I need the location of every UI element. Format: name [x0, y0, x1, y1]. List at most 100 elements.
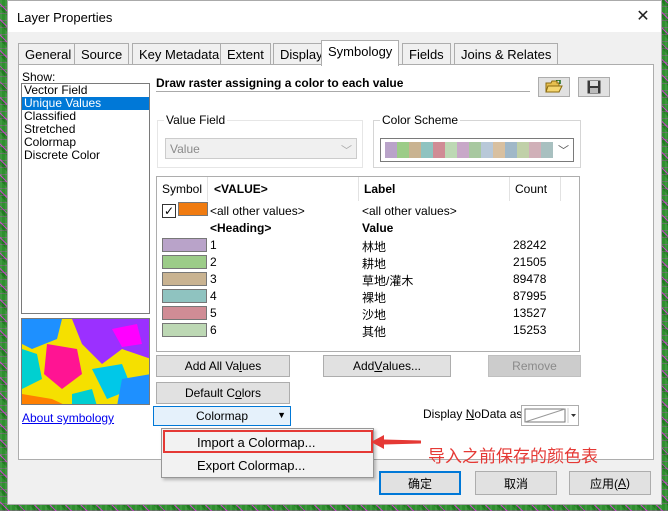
dropdown-arrow-icon: ▼: [277, 410, 286, 420]
menu-item-export-colormap[interactable]: Export Colormap...: [164, 454, 371, 476]
color-swatch[interactable]: [162, 255, 207, 269]
dialog-title: Layer Properties: [17, 10, 113, 25]
color-scheme-select[interactable]: ﹀: [380, 138, 574, 162]
show-label: Show:: [22, 70, 56, 84]
apply-button[interactable]: 应用(A): [569, 471, 651, 495]
col-header-count[interactable]: Count: [515, 182, 547, 196]
row-count: 13527: [513, 306, 547, 320]
color-scheme-stop: [541, 142, 553, 158]
heading-label: Value: [362, 221, 394, 235]
color-scheme-stop: [397, 142, 409, 158]
color-scheme-stop: [529, 142, 541, 158]
other-value-text: <all other values>: [210, 204, 305, 218]
color-swatch[interactable]: [162, 323, 207, 337]
row-value: 2: [210, 255, 217, 269]
color-scheme-stop: [517, 142, 529, 158]
btn-text: alues...: [382, 359, 422, 373]
colormap-button[interactable]: Colormap ▼: [153, 406, 291, 426]
add-all-values-button[interactable]: Add All Va l ues: [156, 355, 290, 377]
remove-button[interactable]: Remove: [488, 355, 581, 377]
default-colors-button[interactable]: Default Co lors: [156, 382, 290, 404]
save-layer-file-button[interactable]: [578, 77, 610, 97]
table-row-other[interactable]: ✓ <all other values> <all other values>: [157, 202, 579, 219]
show-list: Vector Field Unique Values Classified St…: [21, 83, 150, 314]
folder-open-icon: [545, 80, 563, 93]
col-header-label[interactable]: Label: [364, 182, 395, 196]
row-value: 5: [210, 306, 217, 320]
table-row[interactable]: 5 沙地 13527: [157, 304, 579, 322]
tab-general[interactable]: General: [18, 43, 79, 65]
tab-joins-relates[interactable]: Joins & Relates: [454, 43, 559, 65]
tab-symbology[interactable]: Symbology: [321, 40, 400, 66]
btn-text: Default C: [184, 386, 235, 400]
tab-key-metadata[interactable]: Key Metadata: [132, 43, 227, 65]
tab-source[interactable]: Source: [74, 43, 130, 65]
chevron-down-icon: ﹀: [558, 145, 569, 157]
table-row[interactable]: 1 林地 28242: [157, 236, 579, 254]
add-values-button[interactable]: Add Values...: [323, 355, 451, 377]
tab-fields[interactable]: Fields: [402, 43, 451, 65]
colormap-label: Colormap: [195, 409, 249, 423]
col-header-value[interactable]: <VALUE>: [214, 182, 268, 196]
tab-extent[interactable]: Extent: [220, 43, 271, 65]
cancel-button[interactable]: 取消: [475, 471, 557, 495]
col-divider: [358, 177, 359, 201]
colormap-menu: Import a Colormap... Export Colormap...: [161, 428, 374, 478]
color-swatch[interactable]: [162, 289, 207, 303]
row-value: 6: [210, 323, 217, 337]
row-count: 89478: [513, 272, 547, 286]
title-bar: Layer Properties ✕: [8, 1, 661, 32]
other-label-text: <all other values>: [362, 204, 457, 218]
color-scheme-stop: [493, 142, 505, 158]
table-row[interactable]: 3 草地/灌木 89478: [157, 270, 579, 288]
description-divider: [156, 91, 530, 92]
color-scheme-stop: [433, 142, 445, 158]
about-symbology-link[interactable]: About symbology: [22, 411, 114, 425]
values-table: Symbol <VALUE> Label Count ✓ <all other …: [156, 176, 580, 352]
color-scheme-stop: [409, 142, 421, 158]
show-item-discrete-color[interactable]: Discrete Color: [22, 149, 149, 162]
color-swatch[interactable]: [162, 272, 207, 286]
btn-text: Add All Va: [184, 359, 240, 373]
color-scheme-stop: [421, 142, 433, 158]
row-count: 28242: [513, 238, 547, 252]
heading-value: <Heading>: [210, 221, 272, 235]
btn-text: ues: [241, 359, 262, 373]
annotation-highlight-box: [163, 430, 373, 453]
btn-accel: o: [235, 386, 242, 400]
symbology-preview-image: [21, 318, 150, 405]
open-layer-file-button[interactable]: [538, 77, 570, 97]
nodata-color-picker[interactable]: [521, 405, 579, 426]
nodata-text: oData as: [474, 407, 523, 421]
color-swatch[interactable]: [178, 202, 208, 216]
color-swatch[interactable]: [162, 306, 207, 320]
checkbox-other-values[interactable]: ✓: [162, 204, 176, 218]
color-scheme-stop: [385, 142, 397, 158]
col-divider: [207, 177, 208, 201]
col-divider: [560, 177, 561, 201]
symbology-panel: Show: Vector Field Unique Values Classif…: [18, 64, 654, 460]
chevron-down-icon: ﹀: [341, 145, 352, 157]
row-value: 3: [210, 272, 217, 286]
row-label: 其他: [362, 325, 387, 339]
renderer-description: Draw raster assigning a color to each va…: [156, 76, 404, 90]
col-header-symbol[interactable]: Symbol: [162, 182, 202, 196]
row-count: 87995: [513, 289, 547, 303]
value-field-select[interactable]: Value ﹀: [165, 138, 357, 159]
color-scheme-label: Color Scheme: [380, 113, 461, 127]
annotation-text: 导入之前保存的颜色表: [428, 447, 598, 467]
color-scheme-stop: [505, 142, 517, 158]
close-icon[interactable]: ✕: [633, 7, 653, 27]
table-row[interactable]: 2 耕地 21505: [157, 253, 579, 271]
col-divider: [509, 177, 510, 201]
color-swatch[interactable]: [162, 238, 207, 252]
row-value: 1: [210, 238, 217, 252]
table-row[interactable]: 6 其他 15253: [157, 321, 579, 339]
color-scheme-stop: [457, 142, 469, 158]
btn-text: ): [626, 476, 630, 490]
ok-button[interactable]: 确定: [379, 471, 461, 495]
color-scheme-ramp: [385, 142, 553, 158]
nodata-text: Display: [423, 407, 466, 421]
table-row[interactable]: 4 裸地 87995: [157, 287, 579, 305]
color-scheme-stop: [481, 142, 493, 158]
